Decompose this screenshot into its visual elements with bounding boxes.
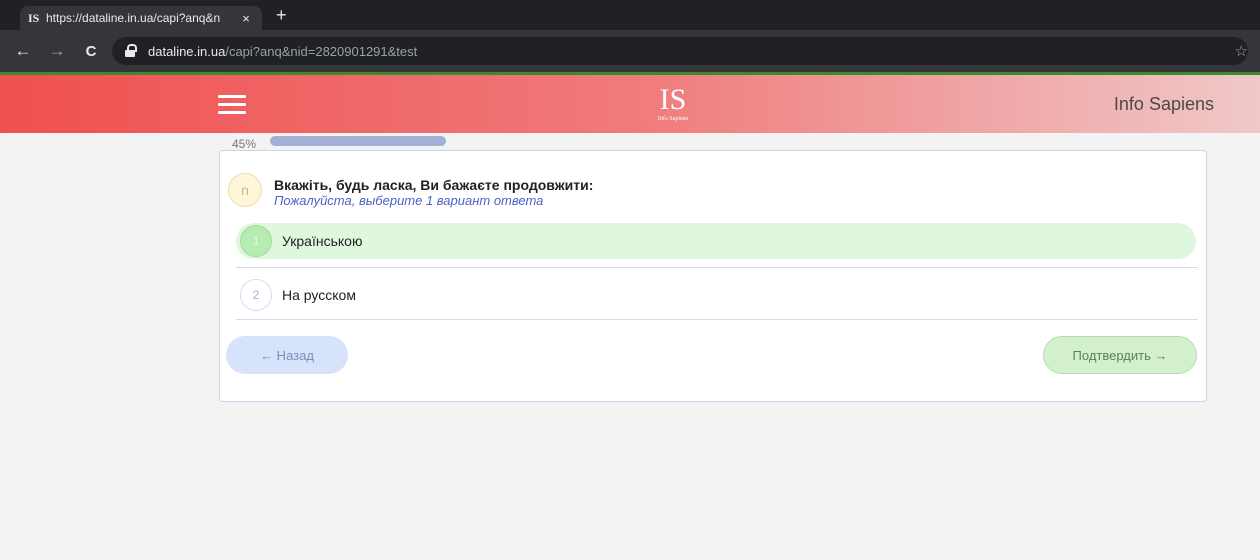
menu-icon[interactable]: [218, 95, 246, 115]
confirm-button[interactable]: Подтвердить →: [1043, 336, 1197, 374]
option-divider: [236, 267, 1198, 268]
question-title: Вкажіть, будь ласка, Ви бажаєте продовжи…: [274, 177, 594, 193]
browser-tab[interactable]: IS https://dataline.in.ua/capi?anq&n ×: [20, 6, 262, 30]
forward-arrow-icon[interactable]: →: [46, 41, 68, 61]
logo: IS Info Sapiens: [648, 85, 698, 123]
brand-name: Info Sapiens: [1113, 94, 1214, 114]
question-card: n Вкажіть, будь ласка, Ви бажаєте продов…: [219, 150, 1207, 402]
lock-icon[interactable]: [124, 44, 138, 58]
app-header: IS Info Sapiens Info Sapiens: [0, 75, 1260, 133]
bookmark-star-icon[interactable]: ☆: [1235, 42, 1248, 60]
logo-mark: IS: [659, 83, 687, 116]
answer-option-1[interactable]: 1 Українською: [236, 223, 1196, 259]
progress-fill: [270, 136, 446, 146]
address-bar[interactable]: dataline.in.ua/capi?anq&nid=2820901291&t…: [112, 37, 1248, 65]
reload-icon[interactable]: C: [80, 43, 102, 60]
answer-option-2[interactable]: 2 На русском: [236, 277, 1196, 313]
url-host: dataline.in.ua: [148, 43, 226, 59]
option-label: Українською: [282, 233, 363, 249]
close-tab-icon[interactable]: ×: [238, 11, 254, 26]
question-hint: Пожалуйста, выберите 1 вариант ответа: [274, 193, 544, 208]
progress-bar: [270, 136, 660, 146]
logo-subtitle: Info Sapiens: [657, 116, 689, 122]
tab-title: https://dataline.in.ua/capi?anq&n: [46, 11, 221, 25]
url-path: /capi?anq&nid=2820901291&test: [225, 43, 418, 59]
browser-tab-strip: IS https://dataline.in.ua/capi?anq&n × +: [0, 0, 1260, 30]
back-arrow-icon[interactable]: ←: [12, 41, 34, 61]
browser-toolbar: ← → C dataline.in.ua/capi?anq&nid=282090…: [0, 30, 1260, 72]
back-button[interactable]: ← Назад: [226, 336, 348, 374]
option-divider: [236, 319, 1198, 320]
site-favicon-icon: IS: [28, 10, 40, 25]
option-label: На русском: [282, 287, 356, 303]
question-badge: n: [228, 173, 262, 207]
option-number: 2: [240, 279, 272, 311]
progress-label: 45%: [232, 137, 257, 151]
new-tab-icon[interactable]: +: [276, 5, 287, 26]
option-number: 1: [240, 225, 272, 257]
